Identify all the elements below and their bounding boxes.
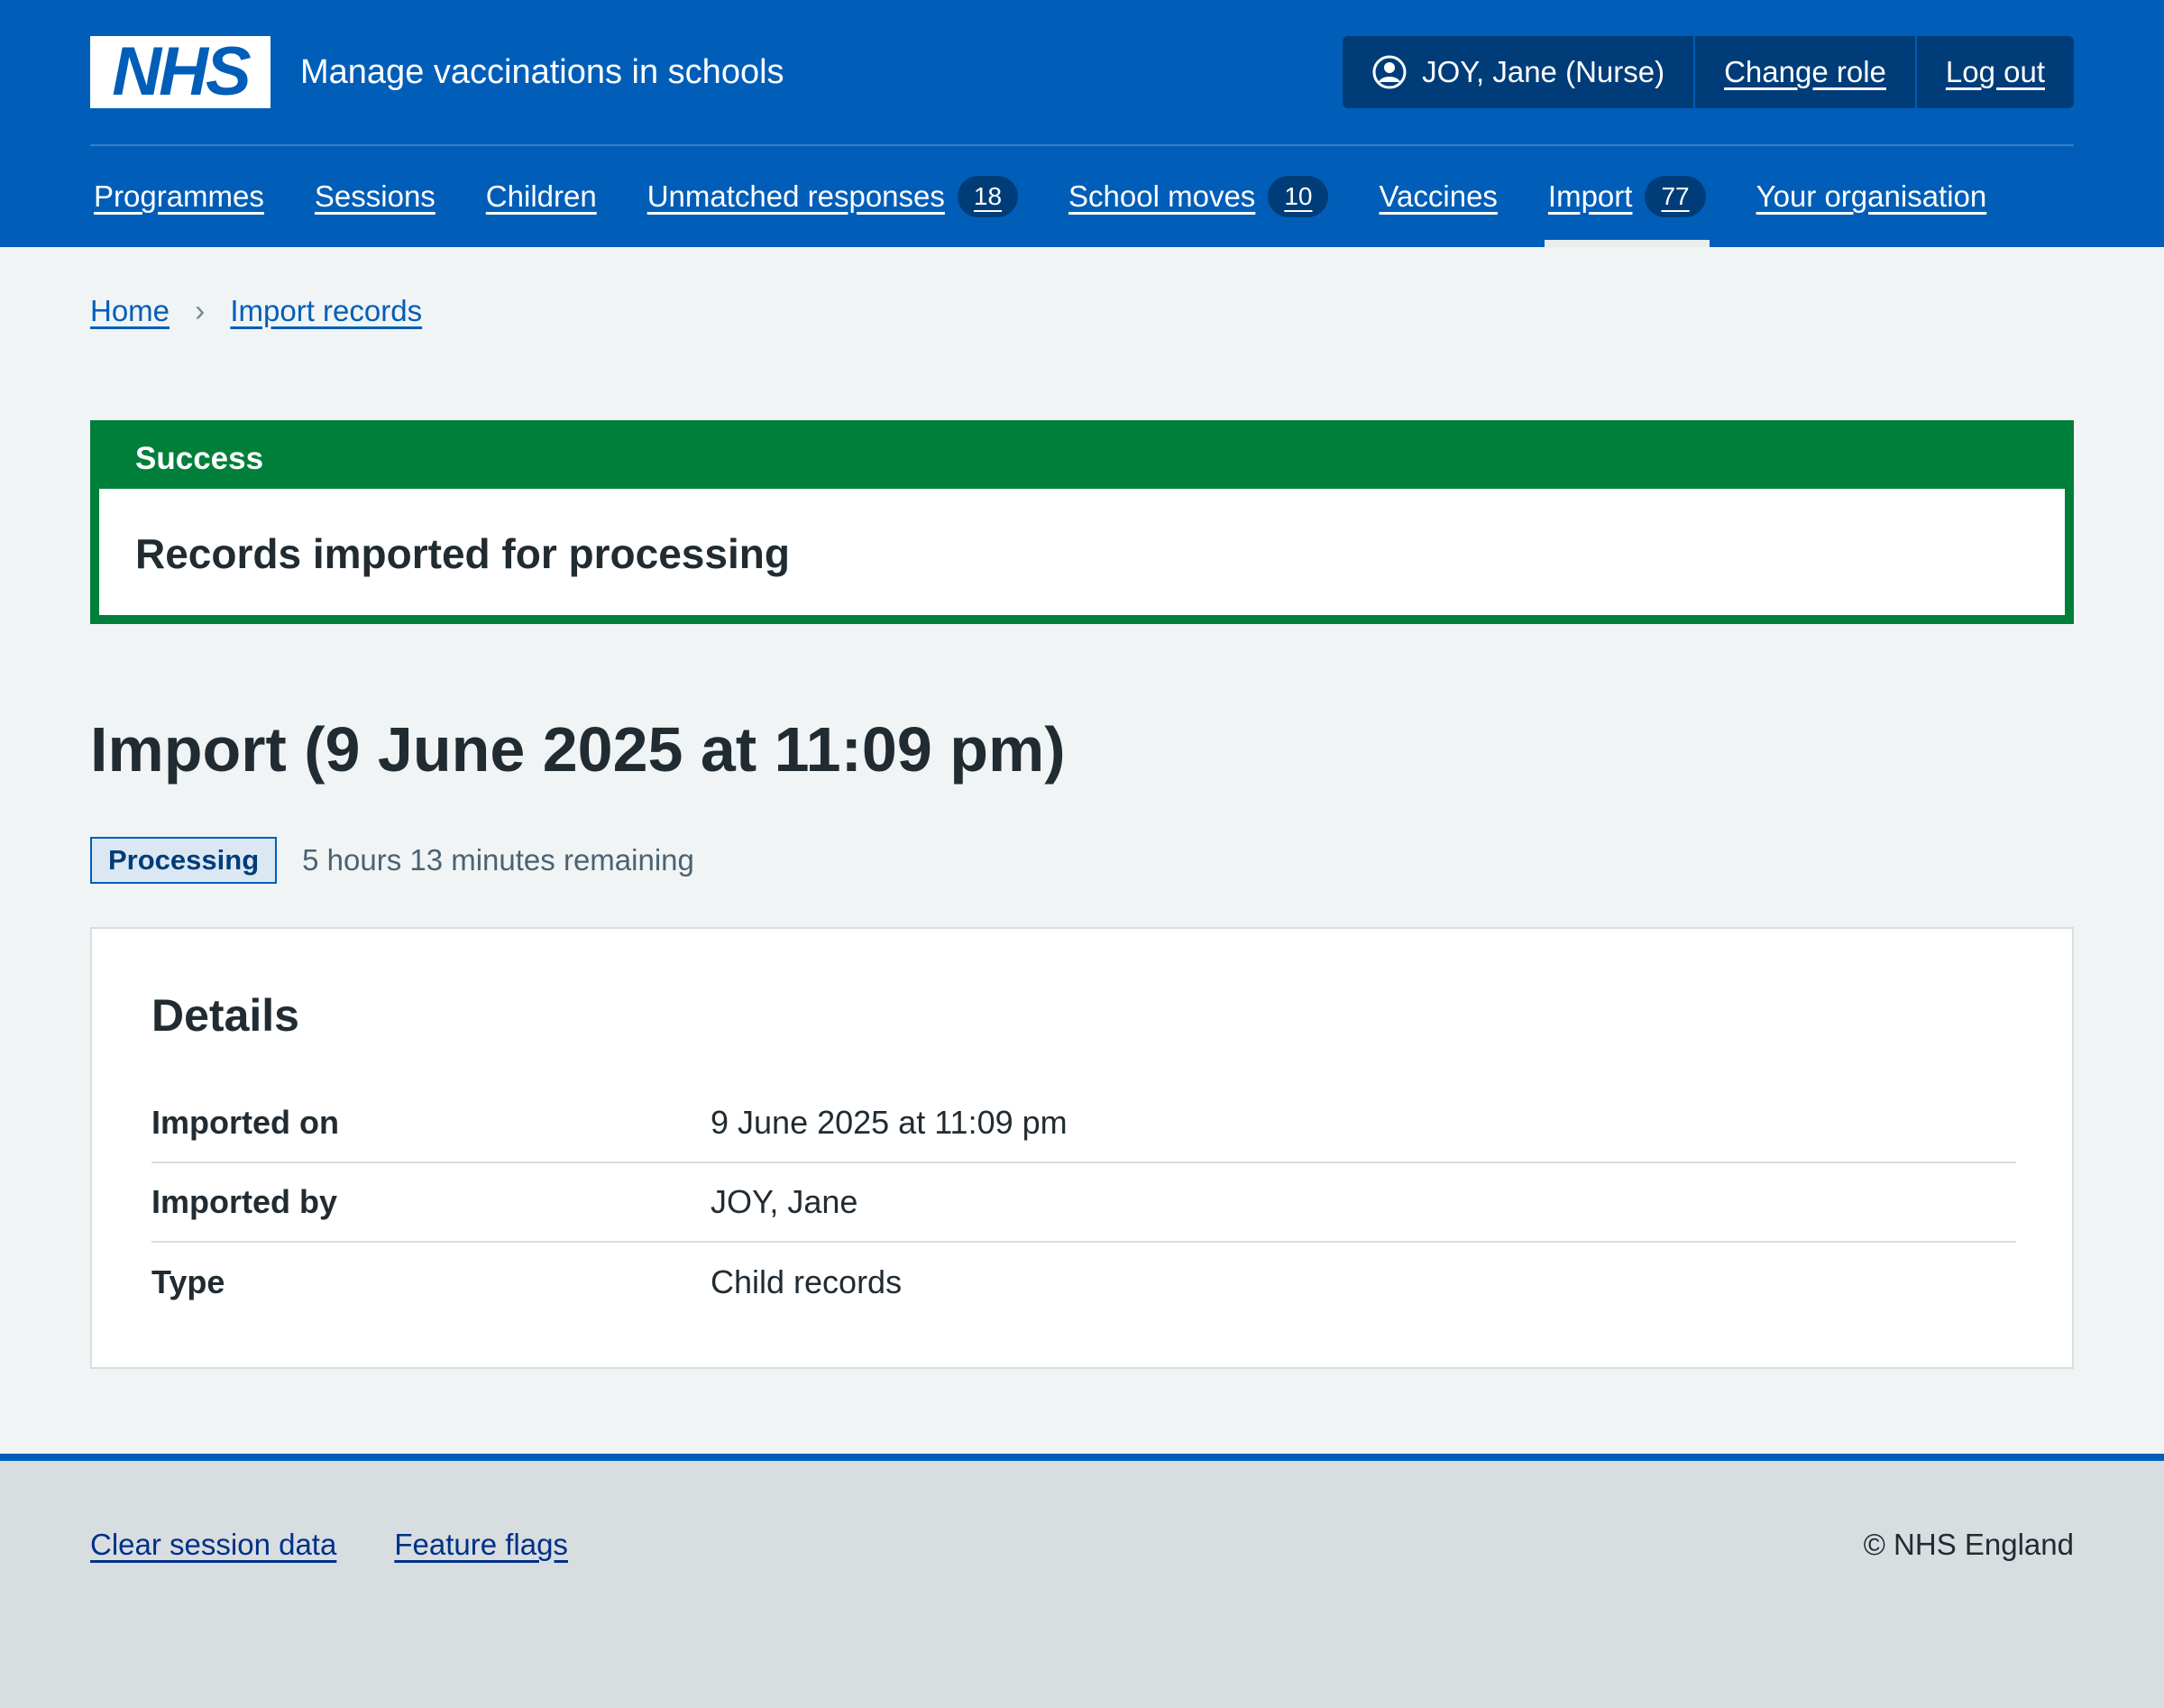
clear-session-data-link[interactable]: Clear session data (90, 1528, 336, 1562)
summary-value: 9 June 2025 at 11:09 pm (711, 1104, 1068, 1141)
service-name[interactable]: Manage vaccinations in schools (300, 51, 784, 94)
nhs-logo-text: NHS (112, 33, 251, 110)
nav-item-your-organisation[interactable]: Your organisation (1753, 146, 1991, 247)
summary-row-type: Type Child records (151, 1243, 2016, 1322)
time-remaining: 5 hours 13 minutes remaining (302, 843, 694, 877)
feature-flags-link[interactable]: Feature flags (394, 1528, 568, 1562)
nav-item-import[interactable]: Import 77 (1544, 146, 1710, 247)
breadcrumb-home-link[interactable]: Home (90, 294, 170, 328)
nav-item-label: Sessions (314, 179, 436, 213)
site-header: NHS Manage vaccinations in schools JOY, … (0, 0, 2164, 247)
nav-item-label: School moves (1068, 179, 1256, 213)
count-badge: 10 (1268, 176, 1329, 217)
log-out-link[interactable]: Log out (1914, 36, 2074, 108)
breadcrumb: Home › Import records (90, 290, 422, 332)
account-bar: JOY, Jane (Nurse) Change role Log out (1343, 36, 2074, 108)
nav-item-label: Children (485, 179, 597, 213)
nav-item-school-moves[interactable]: School moves 10 (1065, 146, 1332, 247)
nav-item-label: Programmes (94, 179, 264, 213)
nhs-logo[interactable]: NHS (90, 36, 270, 108)
change-role-link[interactable]: Change role (1693, 36, 1915, 108)
summary-key: Imported by (151, 1183, 338, 1220)
page-title: Import (9 June 2025 at 11:09 pm) (90, 714, 1066, 785)
nav-item-programmes[interactable]: Programmes (90, 146, 268, 247)
account-user: JOY, Jane (Nurse) (1343, 36, 1693, 108)
nav-item-label: Your organisation (1756, 179, 1987, 213)
primary-navigation: Programmes Sessions Children Unmatched r… (90, 146, 2074, 247)
nav-item-label: Vaccines (1379, 179, 1498, 213)
success-banner-message: Records imported for processing (135, 530, 790, 577)
summary-key: Imported on (151, 1104, 339, 1141)
summary-row-imported-on: Imported on 9 June 2025 at 11:09 pm (151, 1084, 2016, 1163)
details-card-title: Details (151, 990, 299, 1041)
user-circle-icon (1372, 55, 1407, 89)
summary-row-imported-by: Imported by JOY, Jane (151, 1163, 2016, 1243)
nav-item-label: Unmatched responses (646, 179, 945, 213)
nav-item-unmatched-responses[interactable]: Unmatched responses 18 (644, 146, 1022, 247)
count-badge: 77 (1645, 176, 1706, 217)
footer-links: Clear session data Feature flags (90, 1528, 626, 1562)
success-banner-title: Success (99, 429, 2065, 489)
nav-item-vaccines[interactable]: Vaccines (1375, 146, 1500, 247)
nav-item-label: Import (1547, 179, 1633, 213)
count-badge: 18 (957, 176, 1019, 217)
breadcrumb-import-records-link[interactable]: Import records (230, 294, 422, 328)
chevron-right-icon: › (195, 293, 206, 328)
summary-value: JOY, Jane (711, 1183, 858, 1220)
site-footer: Clear session data Feature flags © NHS E… (0, 1454, 2164, 1708)
details-card: Details Imported on 9 June 2025 at 11:09… (90, 927, 2074, 1369)
summary-value: Child records (711, 1263, 903, 1300)
nav-item-sessions[interactable]: Sessions (311, 146, 439, 247)
status-tag: Processing (90, 837, 278, 884)
import-status: Processing 5 hours 13 minutes remaining (90, 837, 694, 884)
account-user-label: JOY, Jane (Nurse) (1422, 55, 1665, 88)
summary-key: Type (151, 1263, 225, 1300)
summary-list: Imported on 9 June 2025 at 11:09 pm Impo… (151, 1084, 2016, 1322)
nav-item-children[interactable]: Children (482, 146, 601, 247)
success-banner: Success Records imported for processing (90, 420, 2074, 624)
copyright: © NHS England (1863, 1528, 2074, 1561)
